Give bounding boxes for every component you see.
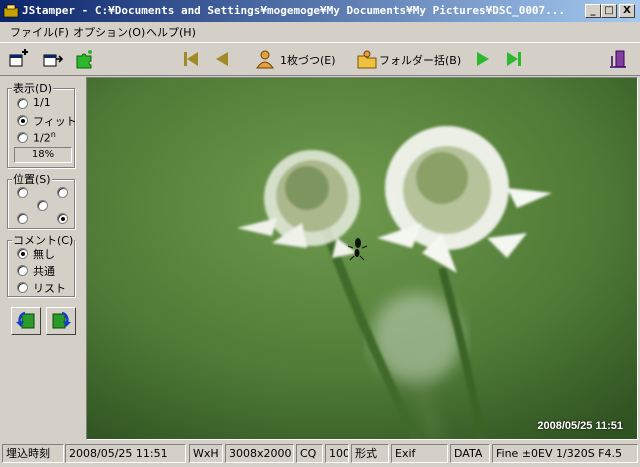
display-radio-1-1[interactable] xyxy=(17,98,28,109)
display-option-superscript: n xyxy=(50,130,56,139)
status-embed-label: 埋込時刻 xyxy=(2,444,64,463)
status-format-label: 形式 xyxy=(351,444,389,463)
folder-batch-button[interactable]: フォルダー括(B) xyxy=(379,52,461,68)
open-file-icon[interactable] xyxy=(8,48,30,70)
display-option-1-2n-label: 1/2 xyxy=(33,131,51,145)
comment-option-common[interactable]: 共通 xyxy=(33,263,55,279)
date-stamp: 2008/05/25 11:51 xyxy=(537,420,623,432)
app-icon xyxy=(3,4,19,18)
last-image-icon[interactable] xyxy=(503,48,525,70)
status-cq-label: CQ xyxy=(296,444,323,463)
position-radio-top-left[interactable] xyxy=(17,187,28,198)
save-file-icon[interactable] xyxy=(42,48,64,70)
position-radio-bottom-left[interactable] xyxy=(17,213,28,224)
one-by-one-button[interactable]: 1枚づつ(E) xyxy=(280,52,336,68)
comment-radio-list[interactable] xyxy=(17,282,28,293)
photo-preview[interactable]: 2008/05/25 11:51 xyxy=(86,77,638,440)
status-format-value: Exif xyxy=(391,444,448,463)
rotate-right-button[interactable] xyxy=(46,307,76,335)
display-radio-fit[interactable] xyxy=(17,115,28,126)
display-group-title: 表示(D) xyxy=(12,80,54,96)
comment-option-none[interactable]: 無し xyxy=(33,246,55,262)
person-icon[interactable] xyxy=(254,48,276,70)
rotate-left-icon xyxy=(16,311,35,329)
rotate-right-icon xyxy=(52,311,71,329)
rotate-left-button[interactable] xyxy=(11,307,41,335)
exit-door-icon[interactable] xyxy=(608,48,630,70)
window-title: JStamper - C:¥Documents and Settings¥mog… xyxy=(22,4,566,17)
close-button[interactable]: X xyxy=(619,4,635,18)
title-bar[interactable]: JStamper - C:¥Documents and Settings¥mog… xyxy=(0,0,640,22)
menu-bar: ファイル(F) オプション(O) ヘルプ(H) xyxy=(0,22,640,41)
status-size-label: WxH xyxy=(189,444,223,463)
comment-radio-common[interactable] xyxy=(17,265,28,276)
status-size-value: 3008x2000 xyxy=(225,444,294,463)
clover-photo xyxy=(87,78,637,439)
display-radio-1-2n[interactable] xyxy=(17,132,28,143)
status-data-label: DATA xyxy=(450,444,490,463)
position-group-title: 位置(S) xyxy=(12,171,52,187)
folder-batch-icon[interactable] xyxy=(356,48,378,70)
display-option-1-2n[interactable]: 1/2n xyxy=(33,130,56,145)
display-option-1-1[interactable]: 1/1 xyxy=(33,96,51,109)
comment-option-list[interactable]: リスト xyxy=(33,280,66,296)
next-image-icon[interactable] xyxy=(472,48,494,70)
menu-file[interactable]: ファイル(F) xyxy=(10,24,69,40)
zoom-readout: 18% xyxy=(14,147,72,163)
first-image-icon[interactable] xyxy=(180,48,202,70)
menu-option[interactable]: オプション(O) xyxy=(73,24,145,40)
menu-help[interactable]: ヘルプ(H) xyxy=(146,24,196,40)
puzzle-icon[interactable] xyxy=(74,48,96,70)
position-radio-center[interactable] xyxy=(37,200,48,211)
status-data-value: Fine ±0EV 1/320S F4.5 xyxy=(492,444,638,463)
previous-image-icon[interactable] xyxy=(211,48,233,70)
minimize-button[interactable]: _ xyxy=(585,4,601,18)
display-option-fit[interactable]: フィット xyxy=(33,113,77,129)
maximize-button[interactable]: □ xyxy=(601,4,617,18)
status-embed-value: 2008/05/25 11:51 xyxy=(65,444,186,463)
position-radio-bottom-right[interactable] xyxy=(57,213,68,224)
position-radio-top-right[interactable] xyxy=(57,187,68,198)
comment-radio-none[interactable] xyxy=(17,248,28,259)
status-cq-value: 100 xyxy=(325,444,349,463)
